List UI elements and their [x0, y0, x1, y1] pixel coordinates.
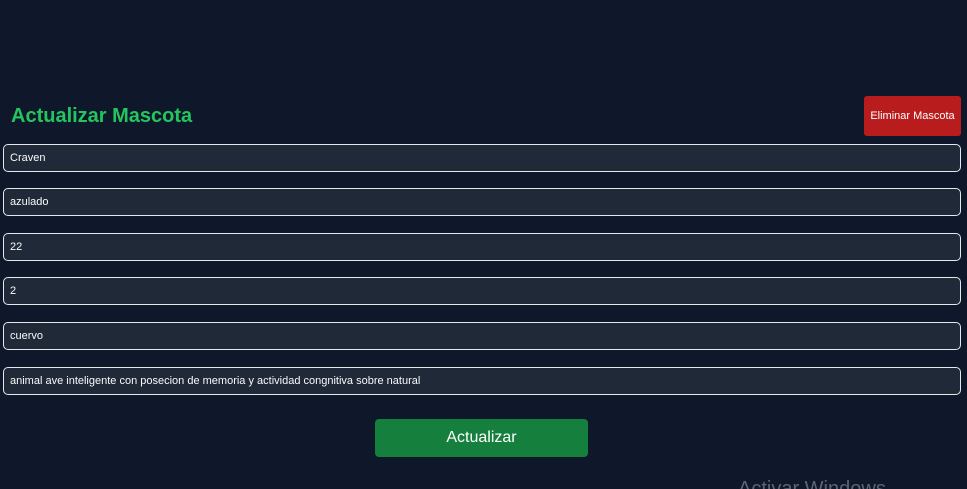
pet-species-field[interactable]: [3, 322, 961, 350]
pet-color-field[interactable]: [3, 188, 961, 216]
update-pet-page: Actualizar Mascota Eliminar Mascota Actu…: [0, 0, 967, 489]
page-title: Actualizar Mascota: [11, 105, 193, 127]
delete-pet-button[interactable]: Eliminar Mascota: [864, 96, 961, 136]
pet-description-field[interactable]: [3, 367, 961, 395]
pet-weight-field[interactable]: [3, 233, 961, 261]
pet-age-field[interactable]: [3, 277, 961, 305]
pet-name-field[interactable]: [3, 144, 961, 172]
activate-windows-watermark: Activar Windows: [738, 478, 886, 489]
update-button[interactable]: Actualizar: [375, 419, 588, 457]
